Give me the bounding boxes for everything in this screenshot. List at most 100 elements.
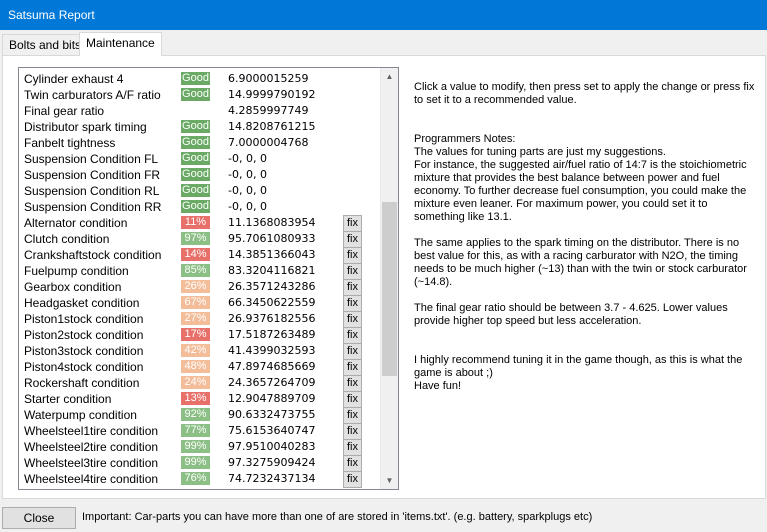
part-name: Alternator condition [24,216,128,230]
status-badge: 24% [181,376,210,389]
list-item[interactable]: Wheelsteel1tire condition 77% 75.615364074… [19,423,381,440]
part-value[interactable]: 97.3275909424 [228,455,315,471]
part-name: Piston4stock condition [24,360,144,374]
status-badge: 92% [181,408,210,421]
part-value[interactable]: 47.8974685669 [228,359,315,375]
part-name: Starter condition [24,392,112,406]
status-badge: 13% [181,392,210,405]
list-item[interactable]: Piston1stock condition 27% 26.9376182556 fi… [19,311,381,328]
vertical-scrollbar[interactable]: ▲ ▼ [380,68,398,489]
part-value[interactable]: 14.9999790192 [228,87,315,103]
part-value[interactable]: 74.7232437134 [228,471,315,487]
part-name: Rockershaft condition [24,376,140,390]
fix-button[interactable]: fix [343,311,362,328]
fix-button[interactable]: fix [343,407,362,424]
part-value[interactable]: 75.6153640747 [228,423,315,439]
part-name: Suspension Condition RL [24,184,160,198]
list-item[interactable]: Alternator condition 11% 11.1368083954 fix [19,215,381,232]
part-value[interactable]: 97.9510040283 [228,439,315,455]
part-value[interactable]: 66.3450622559 [228,295,315,311]
status-badge: 85% [181,264,210,277]
status-badge: Good [181,136,210,149]
part-value[interactable]: 41.4399032593 [228,343,315,359]
status-badge: 97% [181,232,210,245]
part-name: Twin carburators A/F ratio [24,88,161,102]
scroll-up-icon[interactable]: ▲ [381,68,398,85]
part-value[interactable]: 90.6332473755 [228,407,315,423]
part-name: Final gear ratio [24,104,105,118]
list-item[interactable]: Starter condition 13% 12.9047889709 fix [19,391,381,408]
part-value[interactable]: 17.5187263489 [228,327,315,343]
list-item[interactable]: Cylinder exhaust 4 Good 6.9000015259 [19,71,381,87]
part-value[interactable]: 83.3204116821 [228,263,315,279]
list-item[interactable]: Piston2stock condition 17% 17.5187263489 fi… [19,327,381,344]
part-value[interactable]: 12.9047889709 [228,391,315,407]
fix-button[interactable]: fix [343,471,362,488]
fix-button[interactable]: fix [343,391,362,408]
list-item[interactable]: Wheelsteel2tire condition 99% 97.951004028… [19,439,381,456]
list-item[interactable]: Wheelsteel4tire condition 76% 74.723243713… [19,471,381,488]
list-item[interactable]: Waterpump condition 92% 90.6332473755 fix [19,407,381,424]
list-item[interactable]: Crankshaftstock condition 14% 14.385136604… [19,247,381,264]
parts-list[interactable]: ▲ ▼ Cylinder exhaust 4 Good 6.9000015259 Tw… [18,67,399,490]
fix-button[interactable]: fix [343,455,362,472]
status-badge: Good [181,184,210,197]
status-badge: 26% [181,280,210,293]
part-name: Fuelpump condition [24,264,129,278]
list-item[interactable]: Piston4stock condition 48% 47.8974685669 fi… [19,359,381,376]
fix-button[interactable]: fix [343,279,362,296]
list-item[interactable]: Distributor spark timing Good 14.820876121… [19,119,381,135]
part-name: Clutch condition [24,232,110,246]
list-item[interactable]: Piston3stock condition 42% 41.4399032593 fi… [19,343,381,360]
part-value[interactable]: 7.0000004768 [228,135,308,151]
list-item[interactable]: Final gear ratio 4.2859997749 [19,103,381,119]
fix-button[interactable]: fix [343,231,362,248]
part-value[interactable]: 14.8208761215 [228,119,315,135]
tab-maintenance[interactable]: Maintenance [79,32,162,56]
fix-button[interactable]: fix [343,343,362,360]
list-item[interactable]: Suspension Condition RR Good -0, 0, 0 [19,199,381,215]
fix-button[interactable]: fix [343,263,362,280]
part-value[interactable]: 26.3571243286 [228,279,315,295]
scroll-down-icon[interactable]: ▼ [381,472,398,489]
fix-button[interactable]: fix [343,327,362,344]
fix-button[interactable]: fix [343,295,362,312]
list-item[interactable]: Fuelpump condition 85% 83.3204116821 fix [19,263,381,280]
list-item[interactable]: Gearbox condition 26% 26.3571243286 fix [19,279,381,296]
list-item[interactable]: Suspension Condition FR Good -0, 0, 0 [19,167,381,183]
scroll-thumb[interactable] [382,202,397,376]
list-item[interactable]: Twin carburators A/F ratio Good 14.9999790… [19,87,381,103]
part-value[interactable]: -0, 0, 0 [228,199,267,215]
part-value[interactable]: -0, 0, 0 [228,167,267,183]
tab-bolts-and-bits[interactable]: Bolts and bits [2,34,89,55]
notes-heading: Programmers Notes: [414,133,516,145]
fix-button[interactable]: fix [343,439,362,456]
list-item[interactable]: Clutch condition 97% 95.7061080933 fix [19,231,381,248]
fix-button[interactable]: fix [343,247,362,264]
part-value[interactable]: 24.3657264709 [228,375,315,391]
part-value[interactable]: 26.9376182556 [228,311,315,327]
fix-button[interactable]: fix [343,375,362,392]
fix-button[interactable]: fix [343,423,362,440]
tab-strip: Bolts and bits Maintenance [0,32,767,56]
list-item[interactable]: Rockershaft condition 24% 24.3657264709 fix [19,375,381,392]
part-value[interactable]: 11.1368083954 [228,215,315,231]
list-item[interactable]: Suspension Condition RL Good -0, 0, 0 [19,183,381,199]
part-value[interactable]: -0, 0, 0 [228,183,267,199]
fix-button[interactable]: fix [343,215,362,232]
part-value[interactable]: 6.9000015259 [228,71,308,87]
fix-button[interactable]: fix [343,359,362,376]
part-name: Suspension Condition FL [24,152,159,166]
part-name: Crankshaftstock condition [24,248,162,262]
list-item[interactable]: Suspension Condition FL Good -0, 0, 0 [19,151,381,167]
status-badge: Good [181,120,210,133]
status-badge: 14% [181,248,210,261]
list-item[interactable]: Headgasket condition 67% 66.3450622559 fix [19,295,381,312]
list-item[interactable]: Wheelsteel3tire condition 99% 97.327590942… [19,455,381,472]
part-value[interactable]: 4.2859997749 [228,103,308,119]
list-item[interactable]: Fanbelt tightness Good 7.0000004768 [19,135,381,151]
close-button[interactable]: Close [2,507,76,529]
part-value[interactable]: -0, 0, 0 [228,151,267,167]
part-value[interactable]: 14.3851366043 [228,247,315,263]
part-value[interactable]: 95.7061080933 [228,231,315,247]
